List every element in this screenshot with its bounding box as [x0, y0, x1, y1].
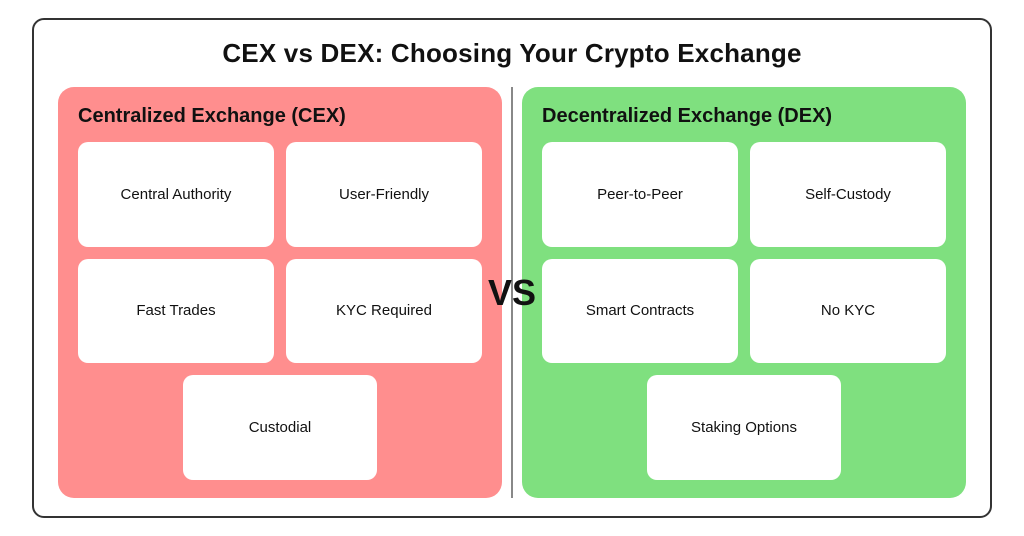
- dex-panel: Decentralized Exchange (DEX) Peer-to-Pee…: [522, 87, 966, 498]
- main-container: CEX vs DEX: Choosing Your Crypto Exchang…: [32, 18, 992, 518]
- cex-card-0: Central Authority: [78, 142, 274, 247]
- dex-card-3: No KYC: [750, 259, 946, 364]
- cex-card-3: KYC Required: [286, 259, 482, 364]
- dex-card-4: Staking Options: [647, 375, 841, 480]
- dex-card-2: Smart Contracts: [542, 259, 738, 364]
- dex-panel-title: Decentralized Exchange (DEX): [542, 105, 946, 128]
- dex-cards-grid: Peer-to-Peer Self-Custody Smart Contract…: [542, 142, 946, 480]
- dex-card-1: Self-Custody: [750, 142, 946, 247]
- dex-card-0: Peer-to-Peer: [542, 142, 738, 247]
- cex-card-1: User-Friendly: [286, 142, 482, 247]
- cex-panel-title: Centralized Exchange (CEX): [78, 105, 482, 128]
- cex-card-4: Custodial: [183, 375, 377, 480]
- page-title: CEX vs DEX: Choosing Your Crypto Exchang…: [222, 38, 801, 69]
- divider-line: [511, 87, 513, 498]
- cex-cards-grid: Central Authority User-Friendly Fast Tra…: [78, 142, 482, 480]
- cex-card-2: Fast Trades: [78, 259, 274, 364]
- panels-row: VS Centralized Exchange (CEX) Central Au…: [58, 87, 966, 498]
- cex-panel: Centralized Exchange (CEX) Central Autho…: [58, 87, 502, 498]
